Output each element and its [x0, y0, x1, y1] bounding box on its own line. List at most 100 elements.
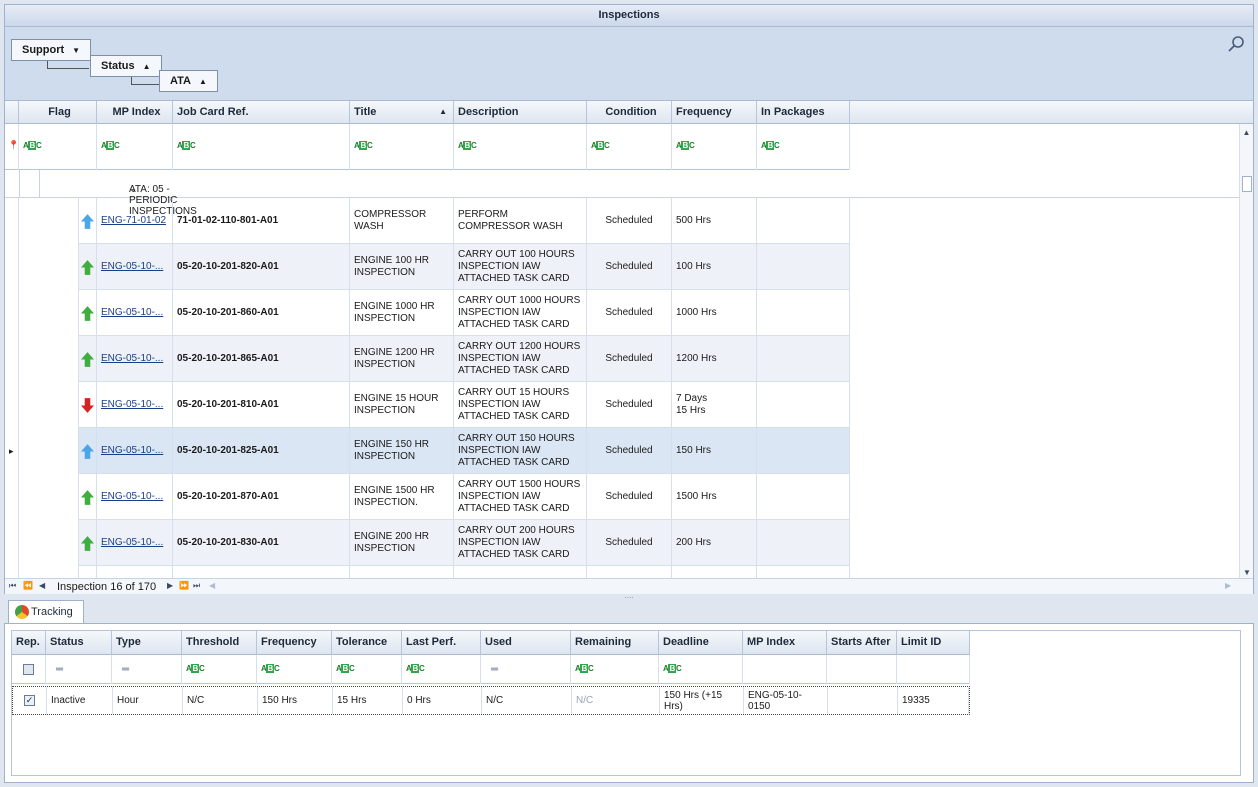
mp-index-link-text[interactable]: ENG-05-10-...: [101, 491, 163, 503]
row-frequency: 500 Hrs: [672, 198, 757, 244]
table-row[interactable]: ENG-05-10-... 05-20-10-201-870-A01 ENGINE …: [5, 474, 850, 520]
equals-filter-icon: ═: [122, 664, 130, 675]
tracking-col-mp-index[interactable]: MP Index: [743, 631, 827, 655]
row-indicator[interactable]: [5, 566, 19, 578]
tab-tracking[interactable]: Tracking: [8, 600, 84, 624]
scroll-up-icon[interactable]: ▲: [1240, 128, 1253, 137]
table-row[interactable]: ▸ ENG-05-10-... 05-20-10-201-825-A01 ENGINE…: [5, 428, 850, 474]
mp-index-link-text[interactable]: ENG-05-10-...: [101, 537, 163, 549]
row-indicator[interactable]: [5, 520, 19, 566]
tracking-col-deadline[interactable]: Deadline: [659, 631, 743, 655]
filter-frequency[interactable]: ABC: [257, 655, 332, 684]
column-header-frequency[interactable]: Frequency: [672, 101, 757, 124]
row-indicator[interactable]: [5, 290, 19, 336]
column-header-condition[interactable]: Condition: [587, 101, 672, 124]
first-record-icon[interactable]: ⏮: [9, 581, 16, 591]
row-condition: Scheduled: [587, 198, 672, 244]
filter-flag[interactable]: ABC: [19, 124, 97, 170]
row-indicator[interactable]: [5, 244, 19, 290]
group-button-status[interactable]: Status ▲: [90, 55, 162, 77]
column-header-description[interactable]: Description: [454, 101, 587, 124]
search-icon[interactable]: [1227, 35, 1245, 53]
filter-limit-id[interactable]: [897, 655, 970, 684]
group-button-ata[interactable]: ATA ▲: [159, 70, 218, 92]
filter-deadline[interactable]: ABC: [659, 655, 743, 684]
row-indicator[interactable]: [5, 198, 19, 244]
filter-used[interactable]: ═: [481, 655, 571, 684]
filter-mp-index[interactable]: ABC: [97, 124, 173, 170]
filter-frequency[interactable]: ABC: [672, 124, 757, 170]
filter-last-perf[interactable]: ABC: [402, 655, 481, 684]
table-row[interactable]: ENG-05-10-... 05-20-10-201-810-A01 ENGINE …: [5, 382, 850, 428]
filter-type[interactable]: ═: [112, 655, 182, 684]
scroll-right-icon[interactable]: ▶: [1225, 581, 1231, 590]
table-row[interactable]: ENG-05-10-... 05-20-10-201-830-A01 ENGINE …: [5, 520, 850, 566]
tracking-row[interactable]: ✓ Inactive Hour N/C 150 Hrs 15 Hrs 0 Hrs…: [12, 686, 970, 715]
tracking-col-limit-id[interactable]: Limit ID: [897, 631, 970, 655]
next-page-icon[interactable]: ⏩: [179, 581, 189, 590]
tracking-col-used[interactable]: Used: [481, 631, 571, 655]
filter-tolerance[interactable]: ABC: [332, 655, 402, 684]
scroll-left-icon[interactable]: ◀: [209, 581, 215, 590]
mp-index-link-text[interactable]: ENG-05-10-...: [101, 399, 163, 411]
column-header-in-packages[interactable]: In Packages: [757, 101, 850, 124]
row-indicator[interactable]: [5, 382, 19, 428]
filter-title[interactable]: ABC: [350, 124, 454, 170]
group-button-support[interactable]: Support ▼: [11, 39, 92, 61]
filter-condition[interactable]: ABC: [587, 124, 672, 170]
filter-job-card-ref[interactable]: ABC: [173, 124, 350, 170]
tracking-col-starts-after[interactable]: Starts After: [827, 631, 897, 655]
row-description-text: CARRY OUT 1200 HOURS INSPECTION IAW ATTA…: [458, 341, 581, 376]
job-card-ref: 05-20-10-201-830-A01: [173, 520, 350, 566]
panel-splitter[interactable]: ....: [4, 592, 1254, 600]
row-title: ENGINE 150 HR INSPECTION: [350, 428, 454, 474]
row-title-text: COMPRESSOR WASH: [354, 209, 427, 232]
row-indicator[interactable]: ▸: [5, 428, 19, 474]
tracking-col-remaining[interactable]: Remaining: [571, 631, 659, 655]
filter-starts-after[interactable]: [827, 655, 897, 684]
table-row[interactable]: CARRY OUT 30 HOURS: [5, 566, 850, 578]
filter-in-packages[interactable]: ABC: [757, 124, 850, 170]
last-record-icon[interactable]: ⏭: [193, 581, 200, 591]
mp-index-link-text[interactable]: ENG-05-10-...: [101, 307, 163, 319]
mp-index-link-text[interactable]: ENG-05-10-...: [101, 353, 163, 365]
rep-checkbox[interactable]: ✓: [24, 695, 35, 706]
row-in-packages: [757, 474, 850, 520]
prev-record-icon[interactable]: ◀: [39, 581, 45, 590]
group-row-ata-05[interactable]: ⌄ ATA: 05 - PERIODIC INSPECTIONS: [5, 176, 1241, 217]
next-record-icon[interactable]: ▶: [167, 581, 173, 590]
filter-remaining[interactable]: ABC: [571, 655, 659, 684]
row-description: CARRY OUT 150 HOURS INSPECTION IAW ATTAC…: [454, 428, 587, 474]
filter-description[interactable]: ABC: [454, 124, 587, 170]
table-row[interactable]: ENG-71-01-02 71-01-02-110-801-A01 COMPRESS…: [5, 198, 850, 244]
row-indicator[interactable]: [5, 336, 19, 382]
row-indicator[interactable]: [5, 474, 19, 520]
tracking-col-tolerance[interactable]: Tolerance: [332, 631, 402, 655]
tracking-col-type[interactable]: Type: [112, 631, 182, 655]
prev-page-icon[interactable]: ⏪: [23, 581, 33, 590]
column-header-mp-index[interactable]: MP Index: [97, 101, 173, 124]
table-row[interactable]: ENG-05-10-... 05-20-10-201-865-A01 ENGINE …: [5, 336, 850, 382]
filter-rep[interactable]: [12, 655, 46, 684]
table-row[interactable]: ENG-05-10-... 05-20-10-201-860-A01 ENGINE …: [5, 290, 850, 336]
mp-index-link-text[interactable]: ENG-71-01-02: [101, 215, 166, 227]
scroll-down-icon[interactable]: ▼: [1240, 568, 1254, 577]
filter-threshold[interactable]: ABC: [182, 655, 257, 684]
tracking-col-rep[interactable]: Rep.: [12, 631, 46, 655]
mp-index-link-text[interactable]: ENG-05-10-...: [101, 445, 163, 457]
filter-status[interactable]: ═: [46, 655, 112, 684]
column-header-flag[interactable]: Flag: [19, 101, 97, 124]
row-title-text: ENGINE 15 HOUR INSPECTION: [354, 393, 439, 416]
tracking-col-frequency[interactable]: Frequency: [257, 631, 332, 655]
column-header-title[interactable]: Title ▲: [350, 101, 454, 124]
filter-mp-index[interactable]: [743, 655, 827, 684]
tracking-col-last-perf[interactable]: Last Perf.: [402, 631, 481, 655]
row-in-packages: [757, 244, 850, 290]
tracking-col-status[interactable]: Status: [46, 631, 112, 655]
table-row[interactable]: ENG-05-10-... 05-20-10-201-820-A01 ENGINE …: [5, 244, 850, 290]
tracking-col-threshold[interactable]: Threshold: [182, 631, 257, 655]
mp-index-link-text[interactable]: ENG-05-10-...: [101, 261, 163, 273]
vertical-scrollbar[interactable]: ▲ ▼: [1239, 124, 1253, 579]
scrollbar-thumb[interactable]: [1242, 176, 1252, 192]
column-header-job-card-ref[interactable]: Job Card Ref.: [173, 101, 350, 124]
